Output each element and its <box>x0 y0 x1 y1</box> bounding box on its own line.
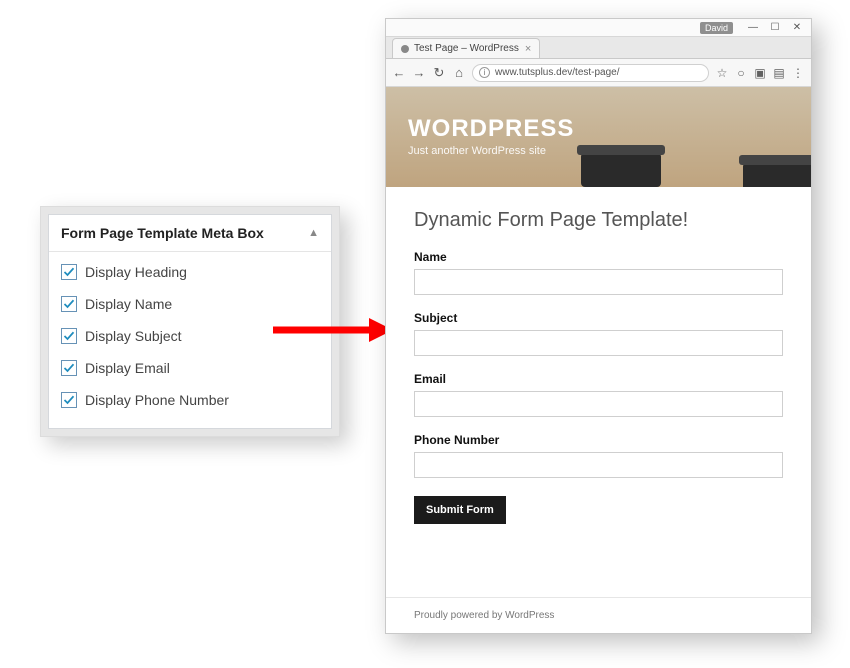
checkbox-icon <box>61 392 77 408</box>
checkbox-display-email[interactable]: Display Email <box>61 352 319 384</box>
phone-input[interactable] <box>414 452 783 478</box>
checkbox-label: Display Subject <box>85 328 182 344</box>
window-titlebar: David — ☐ ✕ <box>386 19 811 37</box>
site-footer: Proudly powered by WordPress <box>386 597 811 633</box>
back-icon[interactable]: ← <box>392 65 406 80</box>
checkbox-icon <box>61 360 77 376</box>
reload-icon[interactable]: ↻ <box>432 65 446 81</box>
checkbox-display-phone[interactable]: Display Phone Number <box>61 384 319 416</box>
star-icon[interactable]: ☆ <box>715 66 729 80</box>
name-input[interactable] <box>414 269 783 295</box>
checkbox-icon <box>61 296 77 312</box>
metabox-header[interactable]: Form Page Template Meta Box ▲ <box>49 215 331 252</box>
browser-tab[interactable]: Test Page – WordPress × <box>392 38 540 58</box>
tab-strip: Test Page – WordPress × <box>386 37 811 59</box>
arrow-icon <box>273 316 393 344</box>
phone-label: Phone Number <box>414 433 783 447</box>
footer-text: Proudly powered by WordPress <box>414 610 554 621</box>
page-icon[interactable]: ▤ <box>772 66 786 80</box>
site-tagline: Just another WordPress site <box>408 145 574 157</box>
subject-label: Subject <box>414 311 783 325</box>
address-bar: ← → ↻ ⌂ i www.tutsplus.dev/test-page/ ☆ … <box>386 59 811 87</box>
plant-decor <box>581 151 661 187</box>
page-body: WORDPRESS Just another WordPress site Dy… <box>386 87 811 633</box>
tab-close-icon[interactable]: × <box>519 43 531 55</box>
close-button[interactable]: ✕ <box>787 22 807 33</box>
tab-title: Test Page – WordPress <box>414 43 519 54</box>
page-content: Dynamic Form Page Template! Name Subject… <box>386 187 811 597</box>
metabox-title: Form Page Template Meta Box <box>61 225 264 241</box>
checkbox-label: Display Heading <box>85 264 187 280</box>
email-label: Email <box>414 372 783 386</box>
maximize-button[interactable]: ☐ <box>765 22 785 33</box>
url-field[interactable]: i www.tutsplus.dev/test-page/ <box>472 64 709 82</box>
extension-icon[interactable]: ▣ <box>753 66 767 80</box>
checkbox-label: Display Name <box>85 296 172 312</box>
checkbox-icon <box>61 264 77 280</box>
site-info-icon[interactable]: i <box>479 67 490 78</box>
subject-input[interactable] <box>414 330 783 356</box>
url-text: www.tutsplus.dev/test-page/ <box>495 67 620 78</box>
checkbox-label: Display Email <box>85 360 170 376</box>
checkbox-icon <box>61 328 77 344</box>
favicon-icon <box>401 45 409 53</box>
hero-banner: WORDPRESS Just another WordPress site <box>386 87 811 187</box>
submit-button[interactable]: Submit Form <box>414 496 506 524</box>
browser-window: David — ☐ ✕ Test Page – WordPress × ← → … <box>385 18 812 634</box>
page-heading: Dynamic Form Page Template! <box>414 209 783 232</box>
collapse-icon[interactable]: ▲ <box>308 227 319 239</box>
forward-icon[interactable]: → <box>412 65 426 80</box>
name-label: Name <box>414 250 783 264</box>
checkbox-label: Display Phone Number <box>85 392 229 408</box>
email-input[interactable] <box>414 391 783 417</box>
menu-icon[interactable]: ⋮ <box>791 66 805 80</box>
plant-decor <box>743 161 811 187</box>
minimize-button[interactable]: — <box>743 22 763 33</box>
site-title: WORDPRESS <box>408 115 574 143</box>
checkbox-display-heading[interactable]: Display Heading <box>61 256 319 288</box>
home-icon[interactable]: ⌂ <box>452 65 466 80</box>
user-pill[interactable]: David <box>700 22 733 34</box>
shield-icon[interactable]: ○ <box>734 66 748 80</box>
